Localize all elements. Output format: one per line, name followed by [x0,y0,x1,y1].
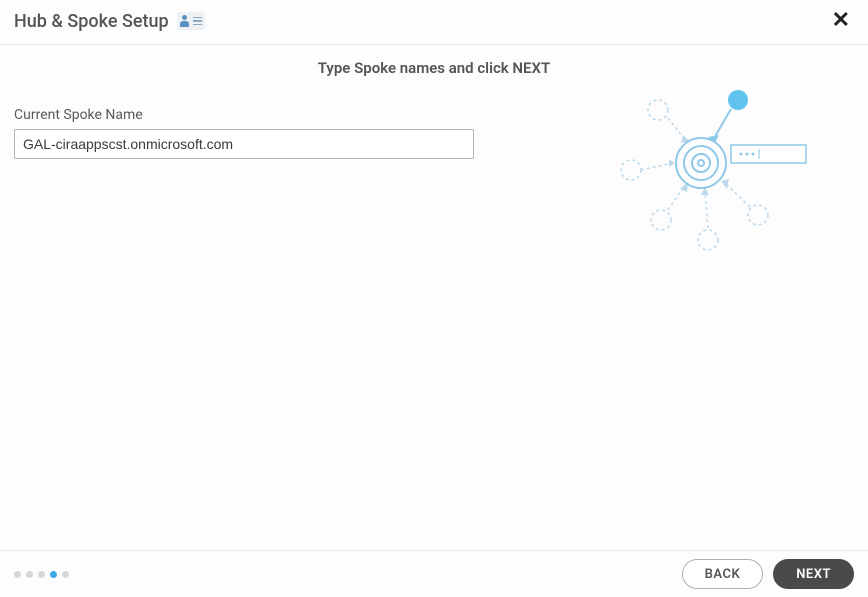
step-dot [62,571,69,578]
footer-buttons: BACK NEXT [682,559,854,589]
spoke-name-label: Current Spoke Name [14,107,484,123]
step-dot [14,571,21,578]
step-dot [38,571,45,578]
modal-header: Hub & Spoke Setup ✕ [0,0,868,45]
modal-title: Hub & Spoke Setup [14,11,169,32]
spoke-name-input[interactable] [14,129,474,159]
modal-content: Type Spoke names and click NEXT Current … [0,45,868,550]
close-icon[interactable]: ✕ [828,10,854,32]
wizard-stepper [14,571,69,578]
modal-footer: BACK NEXT [0,550,868,597]
user-list-icon [177,12,205,30]
next-button[interactable]: NEXT [773,559,854,589]
step-dot-active [50,571,57,578]
hub-spoke-illustration [613,85,813,255]
hub-spoke-setup-modal: Hub & Spoke Setup ✕ Type Spoke names and… [0,0,868,597]
spoke-form: Current Spoke Name [14,107,484,159]
step-dot [26,571,33,578]
back-button[interactable]: BACK [682,559,764,589]
step-instruction: Type Spoke names and click NEXT [14,59,854,77]
